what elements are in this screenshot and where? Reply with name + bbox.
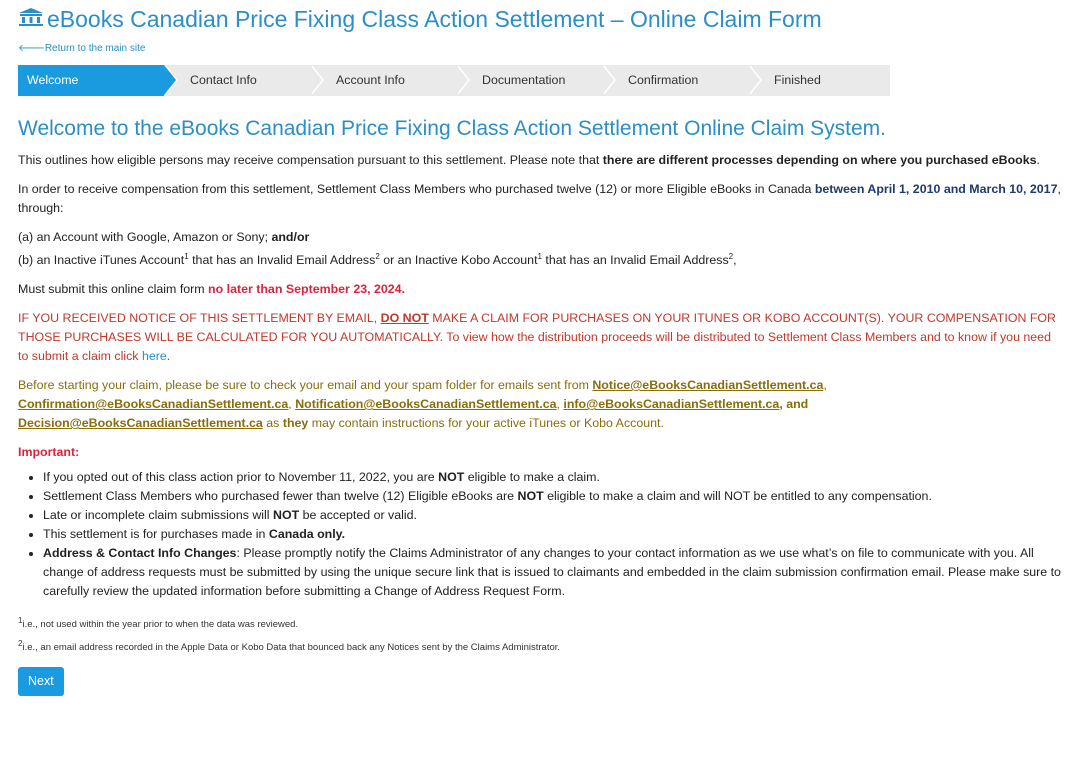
email-link-decision[interactable]: Decision@eBooksCanadianSettlement.ca [18, 416, 263, 430]
email-link-confirmation[interactable]: Confirmation@eBooksCanadianSettlement.ca [18, 397, 288, 411]
email-link-info[interactable]: info@eBooksCanadianSettlement.ca [563, 397, 779, 411]
list-item: Late or incomplete claim submissions wil… [43, 506, 1062, 525]
welcome-heading: Welcome to the eBooks Canadian Price Fix… [18, 117, 886, 140]
email-link-notice[interactable]: Notice@eBooksCanadianSettlement.ca [592, 378, 823, 392]
email-link-notification[interactable]: Notification@eBooksCanadianSettlement.ca [295, 397, 556, 411]
next-button[interactable]: Next [18, 667, 64, 697]
page-title: eBooks Canadian Price Fixing Class Actio… [18, 6, 1062, 33]
account-types-paragraph: (a) an Account with Google, Amazon or So… [18, 230, 737, 268]
step-welcome: Welcome [18, 65, 178, 96]
important-list: If you opted out of this class action pr… [18, 468, 1062, 601]
step-confirmation: Confirmation [602, 65, 762, 96]
back-link-text[interactable]: Return to the main site [45, 43, 146, 54]
bank-icon [18, 6, 44, 33]
step-documentation: Documentation [456, 65, 616, 96]
list-item: Address & Contact Info Changes: Please p… [43, 544, 1062, 601]
step-contact-info: Contact Info [164, 65, 324, 96]
list-item: If you opted out of this class action pr… [43, 468, 1062, 487]
back-link[interactable]: 🡐 Return to the main site [18, 42, 1062, 55]
step-finished: Finished [748, 65, 890, 96]
deadline-paragraph: Must submit this online claim form no la… [18, 282, 405, 297]
list-item: Settlement Class Members who purchased f… [43, 487, 1062, 506]
here-link[interactable]: here [142, 349, 167, 363]
footnote-1: 1i.e., not used within the year prior to… [18, 616, 299, 631]
list-item: This settlement is for purchases made in… [43, 525, 1062, 544]
step-account-info: Account Info [310, 65, 470, 96]
intro-paragraph: This outlines how eligible persons may r… [18, 153, 1040, 167]
important-label: Important: [18, 445, 80, 460]
eligibility-paragraph: In order to receive compensation from th… [18, 182, 1061, 215]
footnote-2: 2i.e., an email address recorded in the … [18, 639, 561, 654]
progress-steps: Welcome Contact Info Account Info Docume… [18, 65, 890, 96]
spam-check-paragraph: Before starting your claim, please be su… [18, 378, 827, 431]
arrow-left-icon: 🡐 [18, 43, 45, 54]
email-notice-paragraph: IF YOU RECEIVED NOTICE OF THIS SETTLEMEN… [18, 311, 1057, 364]
page-title-text: eBooks Canadian Price Fixing Class Actio… [47, 6, 822, 32]
